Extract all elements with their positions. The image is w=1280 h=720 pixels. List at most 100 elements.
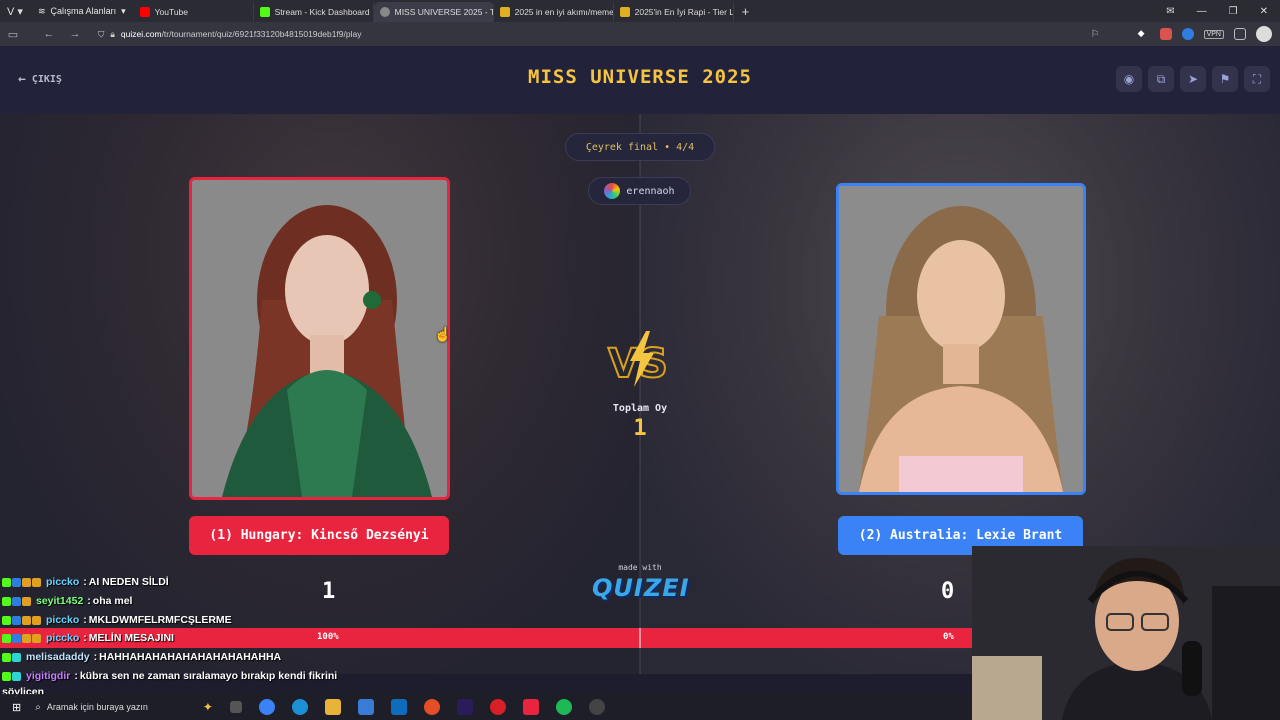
chat-text: kübra sen ne zaman sıralamayo bırakıp ke… — [79, 670, 338, 682]
new-tab-button[interactable]: + — [734, 4, 758, 19]
vivaldi-icon[interactable] — [522, 699, 539, 715]
windows-taskbar: ⊞ ⌕ Aramak için buraya yazın ✦ — [0, 694, 972, 720]
outlook-icon[interactable] — [390, 699, 407, 715]
premiere-icon[interactable] — [456, 699, 473, 715]
tab-label: YouTube — [154, 7, 189, 17]
left-score: 1 — [322, 579, 336, 604]
chat-username: piccko — [46, 614, 80, 626]
mouse-cursor-icon: ☝ — [434, 326, 452, 342]
left-percent: 100% — [317, 632, 339, 642]
lock-icon: 🔒︎ — [110, 28, 115, 39]
bookmark-icon[interactable]: ⚐ — [1091, 29, 1100, 40]
chat-username: piccko — [46, 632, 80, 644]
browser-tab-bar: V ▾ ≋ Çalışma Alanları ▾ YouTube Stream … — [0, 0, 1280, 22]
task-view-icon[interactable] — [229, 701, 242, 713]
chat-username: yigitigdir — [26, 670, 71, 682]
chat-text: AI NEDEN SİLDİ — [88, 576, 169, 588]
extension-blue-icon[interactable] — [1181, 28, 1194, 40]
url-path: /tr/tournament/quiz/6921f33120b4815019de… — [161, 29, 362, 39]
chat-text: MELİN MESAJINI — [88, 632, 174, 644]
workspaces-label: Çalışma Alanları — [50, 6, 117, 16]
eye-icon[interactable]: ◉ — [1116, 66, 1142, 92]
minimize-button[interactable]: — — [1197, 6, 1207, 17]
made-with-label: made with — [618, 563, 662, 572]
obs-icon[interactable] — [588, 699, 605, 715]
sidebar-toggle-icon[interactable]: ▭ — [0, 28, 26, 41]
close-button[interactable]: ✕ — [1260, 6, 1268, 17]
flag-icon[interactable]: ⚑ — [1212, 66, 1238, 92]
chat-username: seyit1452 — [36, 595, 84, 607]
shield-icon: ⛉ — [98, 28, 105, 39]
webcam-overlay — [972, 546, 1280, 720]
contestant-right-card[interactable] — [836, 183, 1086, 495]
chat-username: melisadaddy — [26, 651, 90, 663]
youtube-favicon-icon — [139, 7, 150, 17]
send-icon[interactable]: ➤ — [1180, 66, 1206, 92]
chat-text: MKLDWMFELRMFCŞLERME — [88, 614, 232, 626]
copilot-icon[interactable] — [258, 699, 275, 715]
file-explorer-icon[interactable] — [324, 699, 341, 715]
contestant-left-photo — [192, 180, 447, 497]
quiz-header: ← ÇIKIŞ MISS UNIVERSE 2025 ◉ ⧉ ➤ ⚑ ⛶ — [0, 46, 1280, 114]
tab-youtube[interactable]: YouTube — [134, 2, 254, 22]
back-button[interactable]: ← — [36, 28, 62, 40]
chrome-icon[interactable] — [423, 699, 440, 715]
chat-message: piccko: MELİN MESAJINI — [2, 632, 174, 644]
streamer-webcam — [972, 546, 1280, 720]
chat-text: oha mel — [92, 595, 133, 607]
spotify-icon[interactable] — [555, 699, 572, 715]
chat-message: piccko: MKLDWMFELRMFCŞLERME — [2, 614, 232, 626]
chat-message: seyit1452: oha mel — [2, 595, 132, 607]
contestant-left-button[interactable]: (1) Hungary: Kincső Dezsényi — [189, 516, 449, 555]
workspaces-button[interactable]: ≋ Çalışma Alanları ▾ — [30, 0, 134, 22]
chat-text: HAHHAHAHAHAHAHAHAHAHAHHA — [99, 651, 282, 663]
user-badge: erennaoh — [588, 177, 691, 205]
copy-icon[interactable]: ⧉ — [1148, 66, 1174, 92]
chat-message: piccko: AI NEDEN SİLDİ — [2, 576, 169, 588]
extension-dot-icon[interactable]: ◆ — [1138, 28, 1150, 40]
contestant-right-label: (2) Australia: Lexie Brant — [858, 528, 1063, 543]
tab-rap[interactable]: 2025'in En İyi Rapi - Tier Li — [614, 2, 734, 22]
forward-button[interactable]: → — [62, 28, 88, 40]
user-avatar — [604, 183, 621, 199]
vpn-badge[interactable]: VPN — [1203, 29, 1224, 39]
chat-message: yigitigdir: kübra sen ne zaman sıralamay… — [2, 670, 337, 682]
contestant-left-label: (1) Hungary: Kincső Dezsényi — [209, 528, 429, 543]
store-icon[interactable] — [357, 699, 374, 715]
tab-meme[interactable]: 2025 in en iyi akımı/meme — [494, 2, 614, 22]
calendar-icon[interactable] — [1234, 28, 1246, 40]
round-label: Çeyrek final • 4/4 — [585, 141, 695, 153]
tab-kick[interactable]: Stream - Kick Dashboard — [254, 2, 374, 22]
tab-label: MISS UNIVERSE 2025 - Tier — [394, 7, 494, 17]
kick-favicon-icon — [259, 7, 270, 17]
tab-quizei[interactable]: MISS UNIVERSE 2025 - Tier — [373, 2, 494, 22]
address-bar: ▭ ← → ⛉ 🔒︎ quizei.com/tr/tournament/quiz… — [0, 22, 1280, 46]
vivaldi-menu-icon[interactable]: V ▾ — [0, 0, 30, 22]
windows-start-icon[interactable]: ⊞ — [12, 701, 21, 714]
edge-icon[interactable] — [291, 699, 308, 715]
tierlist-favicon-icon — [619, 7, 630, 17]
copilot-sparkle-icon[interactable]: ✦ — [203, 700, 213, 714]
tab-label: 2025 in en iyi akımı/meme — [514, 7, 614, 17]
contestant-left-card[interactable] — [189, 177, 450, 500]
right-percent: 0% — [943, 632, 954, 642]
workspaces-icon: ≋ — [38, 5, 46, 16]
total-votes-label: Toplam Oy — [612, 403, 668, 414]
versus-lightning-icon: VS — [607, 331, 669, 388]
fullscreen-icon[interactable]: ⛶ — [1244, 66, 1270, 92]
mail-icon[interactable]: ✉ — [1166, 6, 1174, 17]
url-field[interactable]: ⛉ 🔒︎ quizei.com/tr/tournament/quiz/6921f… — [98, 29, 361, 40]
progress-midline — [639, 628, 641, 648]
contestant-right-photo — [839, 186, 1083, 492]
tierlist-favicon-icon — [499, 7, 510, 17]
opera-icon[interactable] — [489, 699, 506, 715]
profile-avatar[interactable] — [1256, 26, 1272, 42]
quizei-logo[interactable]: QUIZEI — [592, 574, 689, 602]
taskbar-search-input[interactable]: Aramak için buraya yazın — [47, 702, 197, 712]
extension-red-icon[interactable] — [1159, 28, 1172, 40]
tab-label: 2025'in En İyi Rapi - Tier Li — [634, 7, 734, 17]
chat-message: melisadaddy: HAHHAHAHAHAHAHAHAHAHAHHA — [2, 651, 281, 663]
page-title: MISS UNIVERSE 2025 — [528, 66, 752, 88]
maximize-button[interactable]: ❐ — [1229, 6, 1238, 17]
right-score: 0 — [941, 579, 955, 604]
